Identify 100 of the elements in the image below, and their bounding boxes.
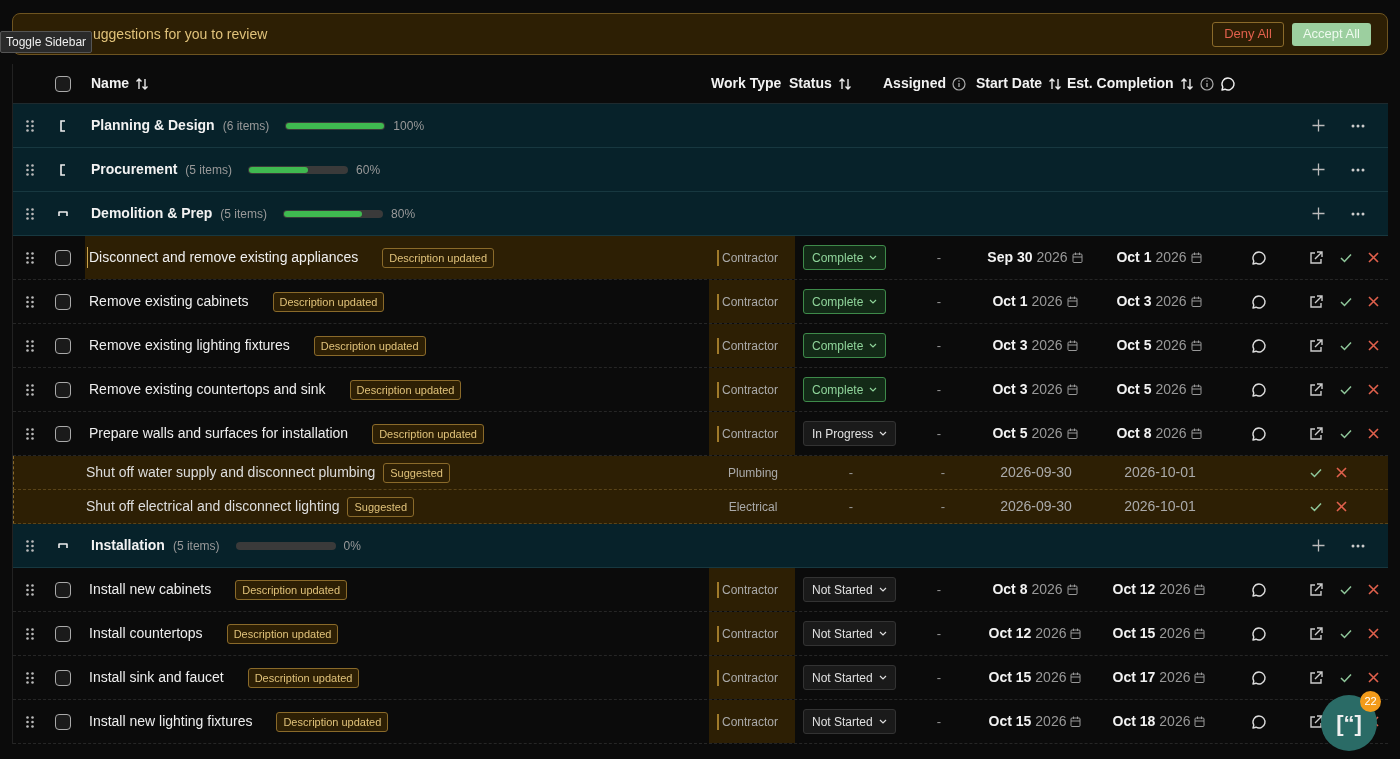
external-link-icon[interactable] — [1308, 337, 1324, 354]
start-date-day[interactable]: Oct 1 — [992, 291, 1028, 312]
checkbox[interactable] — [55, 381, 71, 398]
start-date-day[interactable]: Oct 3 — [992, 379, 1028, 400]
completion-date-year[interactable]: 2026 — [1155, 335, 1187, 356]
start-date-year[interactable]: 2026 — [1035, 711, 1067, 732]
check-icon[interactable] — [1340, 672, 1352, 683]
comment-icon[interactable] — [1219, 75, 1236, 92]
more-icon[interactable] — [1351, 543, 1365, 548]
drag-handle-icon[interactable] — [26, 383, 34, 396]
completion-date-day[interactable]: Oct 18 — [1112, 711, 1156, 732]
name-cell[interactable]: Install new cabinets Description updated — [85, 568, 709, 611]
completion-date-year[interactable]: 2026 — [1159, 711, 1191, 732]
completion-date-year[interactable]: 2026 — [1155, 247, 1187, 268]
close-icon[interactable] — [1368, 340, 1379, 351]
drag-handle-icon[interactable] — [26, 119, 34, 132]
check-icon[interactable] — [1340, 384, 1352, 395]
start-date-year[interactable]: 2026 — [1035, 667, 1067, 688]
drag-handle-icon[interactable] — [26, 427, 34, 440]
external-link-icon[interactable] — [1308, 293, 1324, 310]
expand-icon[interactable] — [60, 163, 66, 176]
start-date-year[interactable]: 2026 — [1031, 335, 1063, 356]
status-dropdown[interactable]: Complete — [803, 289, 887, 314]
collapse-icon[interactable] — [58, 542, 68, 549]
drag-handle-icon[interactable] — [26, 627, 34, 640]
start-date-day[interactable]: Oct 15 — [988, 667, 1032, 688]
external-link-icon[interactable] — [1308, 381, 1324, 398]
completion-date-day[interactable]: Oct 17 — [1112, 667, 1156, 688]
group-name[interactable]: Installation — [91, 535, 165, 556]
checkbox[interactable] — [55, 669, 71, 686]
column-header[interactable]: Name — [91, 73, 130, 94]
drag-handle-icon[interactable] — [26, 715, 34, 728]
status-dropdown[interactable]: Complete — [803, 377, 887, 402]
deny-all-button[interactable]: Deny All — [1212, 21, 1284, 47]
close-icon[interactable] — [1368, 252, 1379, 263]
external-link-icon[interactable] — [1308, 625, 1324, 642]
close-icon[interactable] — [1368, 384, 1379, 395]
external-link-icon[interactable] — [1308, 425, 1324, 442]
completion-date-day[interactable]: Oct 5 — [1116, 379, 1152, 400]
comment-icon[interactable] — [1250, 713, 1267, 730]
drag-handle-icon[interactable] — [26, 295, 34, 308]
comment-icon[interactable] — [1250, 669, 1267, 686]
more-icon[interactable] — [1351, 123, 1365, 128]
comment-icon[interactable] — [1250, 337, 1267, 354]
checkbox[interactable] — [55, 337, 71, 354]
start-date-day[interactable]: Sep 30 — [987, 247, 1033, 268]
check-icon[interactable] — [1340, 252, 1352, 263]
external-link-icon[interactable] — [1308, 713, 1324, 730]
completion-date-year[interactable]: 2026 — [1155, 291, 1187, 312]
drag-handle-icon[interactable] — [26, 671, 34, 684]
drag-handle-icon[interactable] — [26, 207, 34, 220]
close-icon[interactable] — [1336, 501, 1347, 512]
start-date-year[interactable]: 2026 — [1031, 579, 1063, 600]
status-dropdown[interactable]: Not Started — [803, 709, 896, 734]
name-cell[interactable]: Remove existing cabinets Description updated — [85, 280, 709, 323]
drag-handle-icon[interactable] — [26, 163, 34, 176]
comment-icon[interactable] — [1250, 625, 1267, 642]
collapse-icon[interactable] — [58, 210, 68, 217]
name-cell[interactable]: Remove existing countertops and sink Description updated — [85, 368, 709, 411]
name-cell[interactable]: Disconnect and remove existing appliances Description updated — [85, 236, 709, 279]
group-name[interactable]: Planning & Design — [91, 115, 215, 136]
checkbox[interactable] — [55, 713, 71, 730]
completion-date-year[interactable]: 2026 — [1155, 379, 1187, 400]
completion-date-year[interactable]: 2026 — [1159, 579, 1191, 600]
completion-date-year[interactable]: 2026 — [1159, 623, 1191, 644]
group-name[interactable]: Demolition & Prep — [91, 203, 213, 224]
name-cell[interactable]: Prepare walls and surfaces for installation Description updated — [85, 412, 709, 455]
checkbox[interactable] — [55, 425, 71, 442]
close-icon[interactable] — [1336, 467, 1347, 478]
check-icon[interactable] — [1340, 584, 1352, 595]
completion-date-day[interactable]: Oct 15 — [1112, 623, 1156, 644]
close-icon[interactable] — [1368, 628, 1379, 639]
completion-date-day[interactable]: Oct 12 — [1112, 579, 1156, 600]
name-cell[interactable]: Install countertops Description updated — [85, 612, 709, 655]
drag-handle-icon[interactable] — [26, 583, 34, 596]
check-icon[interactable] — [1340, 628, 1352, 639]
column-header[interactable]: Status — [789, 73, 832, 94]
start-date-day[interactable]: Oct 15 — [988, 711, 1032, 732]
start-date-day[interactable]: Oct 3 — [992, 335, 1028, 356]
status-dropdown[interactable]: Not Started — [803, 577, 896, 602]
close-icon[interactable] — [1368, 672, 1379, 683]
completion-date-year[interactable]: 2026 — [1155, 423, 1187, 444]
drag-handle-icon[interactable] — [26, 539, 34, 552]
status-dropdown[interactable]: In Progress — [803, 421, 897, 446]
more-icon[interactable] — [1351, 167, 1365, 172]
start-date-year[interactable]: 2026 — [1036, 247, 1068, 268]
start-date-year[interactable]: 2026 — [1031, 423, 1063, 444]
completion-date-day[interactable]: Oct 1 — [1116, 247, 1152, 268]
check-icon[interactable] — [1340, 340, 1352, 351]
external-link-icon[interactable] — [1308, 249, 1324, 266]
close-icon[interactable] — [1368, 584, 1379, 595]
comment-icon[interactable] — [1250, 293, 1267, 310]
completion-date-day[interactable]: Oct 8 — [1116, 423, 1152, 444]
start-date-day[interactable]: Oct 12 — [988, 623, 1032, 644]
plus-icon[interactable] — [1312, 207, 1325, 220]
start-date-year[interactable]: 2026 — [1035, 623, 1067, 644]
drag-handle-icon[interactable] — [26, 251, 34, 264]
completion-date-day[interactable]: Oct 3 — [1116, 291, 1152, 312]
column-header[interactable]: Est. Completion — [1067, 73, 1174, 94]
checkbox[interactable] — [55, 293, 71, 310]
